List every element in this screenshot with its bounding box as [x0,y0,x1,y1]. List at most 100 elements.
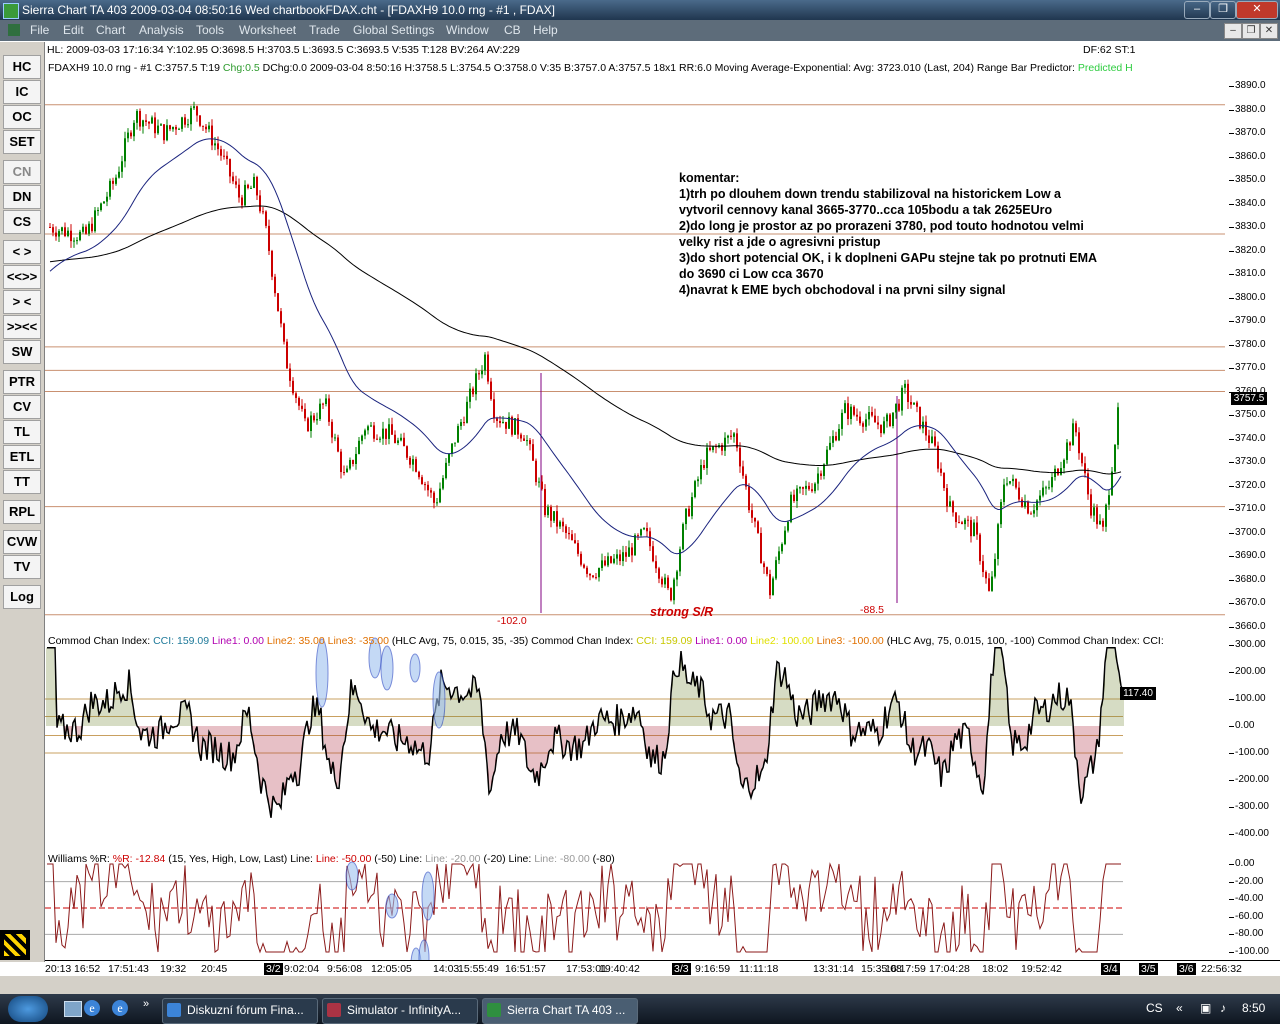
cci-line3-label: Line3: -35.00 [324,635,389,647]
price-bar-body [1021,499,1023,507]
close-icon[interactable]: ✕ [1236,1,1278,19]
language-indicator[interactable]: CS [1146,1001,1163,1015]
menu-cb[interactable]: CB [504,23,521,37]
price-bar-body [352,459,354,464]
cci-header-text-3: (HLC Avg, 75, 0.015, 100, -100) Commod C… [883,635,1164,647]
price_chart-y-tick [1229,509,1234,510]
cci-header-text: Commod Chan Index: [48,635,154,647]
menu-tools[interactable]: Tools [196,23,224,37]
task-forum[interactable]: Diskuzní fórum Fina... [162,998,318,1024]
toolbar-button-8[interactable]: <<>> [3,265,41,289]
price-bar-body [1099,520,1101,525]
horizontal-scrollbar[interactable] [0,976,1280,994]
price-bar-body [550,506,552,521]
price-bar-body [202,125,204,127]
price-bar-body [187,124,189,126]
price-bar-body [427,484,429,491]
menu-global-settings[interactable]: Global Settings [353,23,434,37]
toolbar-button-7[interactable]: < > [3,240,41,264]
menu-edit[interactable]: Edit [63,23,84,37]
minimize-icon[interactable]: – [1184,1,1210,19]
menu-chart[interactable]: Chart [96,23,125,37]
mdi-restore-icon[interactable]: ❐ [1242,23,1260,39]
task-sierra-chart[interactable]: Sierra Chart TA 403 ... [482,998,638,1024]
ie-quicklaunch-icon[interactable]: e [84,1000,100,1016]
toolbar-button-9[interactable]: > < [3,290,41,314]
price_chart-y-tick [1229,603,1234,604]
price-bar-body [964,519,966,525]
menu-window[interactable]: Window [446,23,489,37]
price-bar-body [1090,494,1092,516]
price-bar-body [82,226,84,232]
menu-worksheet[interactable]: Worksheet [239,23,296,37]
toolbar-button-14[interactable]: TL [3,420,41,444]
price-bar-body [934,436,936,446]
mdi-close-icon[interactable]: ✕ [1260,23,1278,39]
quicklaunch-chevron-icon[interactable]: » [143,998,149,1010]
menu-help[interactable]: Help [533,23,558,37]
toolbar-button-20[interactable]: Log [3,585,41,609]
price-bar-body [397,440,399,444]
volume-icon[interactable]: ♪ [1220,1001,1226,1015]
price-bar-body [472,388,474,395]
menu-file[interactable]: File [30,23,49,37]
price-bar-body [874,415,876,423]
price-bar-body [775,560,777,579]
price-bar-body [355,453,357,464]
tray-arrow-icon[interactable]: « [1176,1001,1183,1015]
toolbar-button-6[interactable]: CS [3,210,41,234]
toolbar-button-15[interactable]: ETL [3,445,41,469]
menu-analysis[interactable]: Analysis [139,23,184,37]
toolbar-button-17[interactable]: RPL [3,500,41,524]
toolbar-button-1[interactable]: IC [3,80,41,104]
mdi-minimize-icon[interactable]: – [1224,23,1242,39]
window-title: Sierra Chart TA 403 2009-03-04 08:50:16 … [22,3,555,17]
price-bar-body [712,446,714,451]
toolbar-button-5[interactable]: DN [3,185,41,209]
toolbar-button-16[interactable]: TT [3,470,41,494]
price-bar-body [1081,453,1083,464]
price-bar-body [523,438,525,441]
network-icon[interactable]: ▣ [1200,1001,1211,1015]
toolbar-button-18[interactable]: CVW [3,530,41,554]
price-bar-body [571,534,573,541]
toolbar-button-11[interactable]: SW [3,340,41,364]
price-bar-body [700,465,702,480]
task-simulator[interactable]: Simulator - InfinityA... [322,998,478,1024]
document-icon[interactable] [8,24,20,36]
toolbar-button-0[interactable]: HC [3,55,41,79]
menu-trade[interactable]: Trade [309,23,340,37]
toolbar-button-4[interactable]: CN [3,160,41,184]
price-chart-header: FDAXH9 10.0 rng - #1 C:3757.5 T:19 Chg:0… [48,62,1133,74]
price-bar-body [967,519,969,521]
price-bar-body [430,490,432,493]
restore-icon[interactable]: ❐ [1210,1,1236,19]
toolbar-button-2[interactable]: OC [3,105,41,129]
toolbar-button-13[interactable]: CV [3,395,41,419]
price_chart-y-label: 3720.0 [1235,479,1266,491]
start-button[interactable] [8,996,48,1022]
toolbar-button-12[interactable]: PTR [3,370,41,394]
price-bar-body [298,397,300,406]
price-bar-body [121,161,123,172]
toolbar-button-19[interactable]: TV [3,555,41,579]
price-bar-body [709,447,711,451]
price-bar-body [337,437,339,452]
price-bar-body [850,406,852,420]
price-bar-body [259,195,261,212]
simulator-icon [327,1003,341,1017]
cci-y-label: 300.00 [1235,639,1266,650]
price-bar-body [979,534,981,562]
show-desktop-icon[interactable] [64,1001,82,1017]
price-bar-body [433,492,435,503]
price-bar-body [364,430,366,436]
ie-quicklaunch-icon-2[interactable]: e [112,1000,128,1016]
price-bar-body [688,508,690,517]
price-bar-body [349,459,351,469]
price-bar-body [415,459,417,472]
clock[interactable]: 8:50 [1242,1001,1265,1015]
price-bar-body [538,481,540,483]
toolbar-button-10[interactable]: >><< [3,315,41,339]
toolbar-button-3[interactable]: SET [3,130,41,154]
price-bar-body [583,564,585,568]
